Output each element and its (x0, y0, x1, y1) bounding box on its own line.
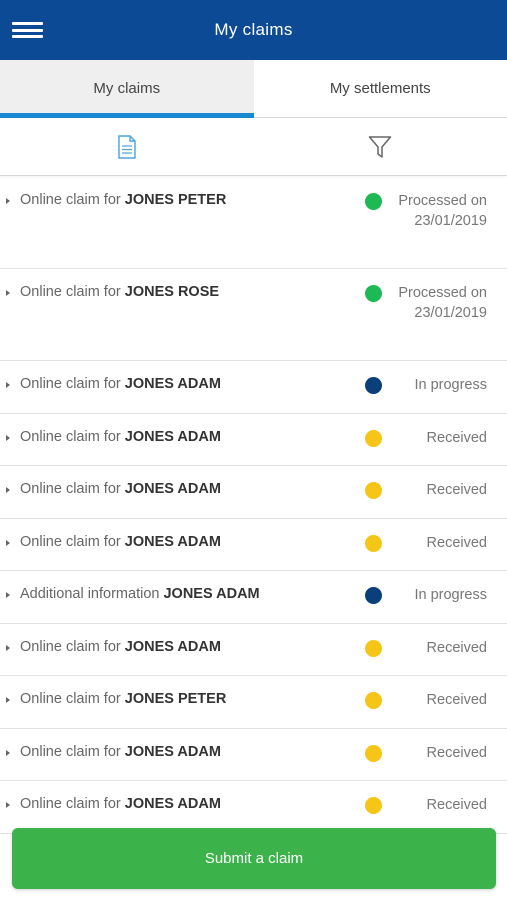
claim-status: Received (426, 639, 487, 656)
claim-prefix: Online claim for (20, 743, 121, 760)
claim-status: Received (426, 797, 487, 813)
expand-caret-icon (6, 592, 10, 598)
expand-caret-icon (6, 644, 10, 651)
submit-claim-button[interactable]: Submit a claim (12, 828, 496, 889)
document-view-button[interactable] (0, 118, 254, 175)
claimant-name: JONES ADAM (163, 586, 260, 602)
claim-status: Processed on 23/01/2019 (398, 193, 487, 229)
status-dot-icon (365, 639, 382, 657)
claim-row[interactable]: Online claim for JONES ADAM Received (0, 729, 507, 781)
claim-row[interactable]: Online claim for JONES ADAM Received (0, 466, 507, 519)
claim-status: Processed on 23/01/2019 (398, 285, 487, 321)
status-dot-icon (365, 377, 382, 394)
claim-prefix: Online claim for (20, 376, 121, 392)
tab-label: My claims (93, 80, 161, 97)
tab-my-claims[interactable]: My claims (0, 60, 254, 118)
claim-row[interactable]: Online claim for JONES ADAM In progress (0, 361, 507, 414)
status-dot-icon (365, 534, 382, 552)
document-icon (118, 134, 136, 159)
claim-row[interactable]: Online claim for JONES ADAM Received (0, 624, 507, 676)
claim-status: Received (426, 482, 487, 498)
filter-icon (369, 135, 392, 158)
status-dot-icon (365, 744, 382, 762)
expand-caret-icon (6, 749, 10, 756)
status-dot-icon (365, 587, 382, 604)
claim-row[interactable]: Online claim for JONES PETER Processed o… (0, 177, 507, 269)
claimant-name: JONES ADAM (124, 481, 221, 497)
claim-prefix: Online claim for (20, 796, 121, 812)
claim-status: In progress (414, 377, 487, 393)
page-title: My claims (214, 20, 293, 39)
tab-bar: My claims My settlements (0, 60, 507, 118)
claim-prefix: Online claim for (20, 481, 121, 497)
claim-prefix: Additional information (20, 586, 160, 602)
claim-status: Received (426, 692, 487, 708)
claim-prefix: Online claim for (20, 284, 121, 300)
claim-row[interactable]: Online claim for JONES ADAM Received (0, 414, 507, 466)
claim-prefix: Online claim for (20, 192, 121, 208)
claim-prefix: Online claim for (20, 691, 121, 707)
status-dot-icon (365, 797, 382, 814)
claimant-name: JONES ADAM (124, 743, 221, 760)
claimant-name: JONES PETER (124, 691, 227, 707)
list-toolbar (0, 118, 507, 176)
claimant-name: JONES ADAM (124, 533, 221, 550)
claim-row[interactable]: Additional information JONES ADAM In pro… (0, 571, 507, 624)
status-dot-icon (365, 692, 382, 709)
status-dot-icon (365, 193, 382, 210)
claim-row[interactable]: Online claim for JONES ADAM Received (0, 781, 507, 834)
claimant-name: JONES ROSE (124, 284, 220, 300)
expand-caret-icon (6, 198, 10, 204)
claim-prefix: Online claim for (20, 533, 121, 550)
status-dot-icon (365, 429, 382, 447)
expand-caret-icon (6, 487, 10, 493)
submit-claim-label: Submit a claim (204, 850, 304, 867)
hamburger-menu-icon[interactable] (12, 22, 43, 38)
app-header: My claims (0, 0, 507, 60)
claims-list: Online claim for JONES PETER Processed o… (0, 177, 507, 834)
claimant-name: JONES PETER (124, 192, 227, 208)
filter-button[interactable] (254, 118, 507, 175)
expand-caret-icon (6, 382, 10, 388)
claimant-name: JONES ADAM (124, 638, 221, 655)
expand-caret-icon (6, 697, 10, 703)
claim-status: Received (426, 429, 487, 446)
claim-row[interactable]: Online claim for JONES ADAM Received (0, 519, 507, 571)
status-dot-icon (365, 482, 382, 499)
claimant-name: JONES ADAM (124, 376, 221, 392)
claim-row[interactable]: Online claim for JONES PETER Received (0, 676, 507, 729)
expand-caret-icon (6, 434, 10, 441)
expand-caret-icon (6, 539, 10, 546)
claim-status: Received (426, 534, 487, 551)
claimant-name: JONES ADAM (124, 428, 221, 445)
tab-my-settlements[interactable]: My settlements (254, 60, 507, 117)
claimant-name: JONES ADAM (124, 796, 221, 812)
expand-caret-icon (6, 290, 10, 296)
claim-prefix: Online claim for (20, 638, 121, 655)
expand-caret-icon (6, 802, 10, 808)
claim-prefix: Online claim for (20, 428, 121, 445)
status-dot-icon (365, 285, 382, 302)
claim-status: In progress (414, 587, 487, 603)
claim-row[interactable]: Online claim for JONES ROSE Processed on… (0, 269, 507, 361)
tab-label: My settlements (329, 80, 431, 97)
claim-status: Received (426, 744, 487, 761)
